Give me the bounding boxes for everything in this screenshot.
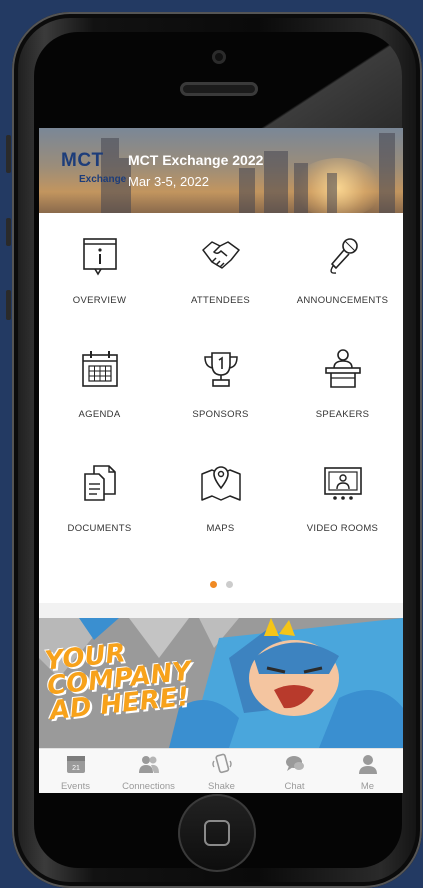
- menu-item-documents[interactable]: DOCUMENTS: [39, 462, 160, 534]
- menu-item-speakers[interactable]: SPEAKERS: [282, 348, 403, 420]
- tab-chat[interactable]: Chat: [258, 749, 331, 792]
- home-button[interactable]: [178, 794, 256, 872]
- volume-up-button: [6, 218, 11, 246]
- ad-headline: YOUR COMPANY AD HERE!: [43, 635, 194, 726]
- trophy-icon: [203, 352, 238, 387]
- calendar-icon: 21: [66, 756, 85, 773]
- event-banner[interactable]: MCT Exchange MCT Exchange 2022 Mar 3-5, …: [39, 128, 403, 213]
- menu-item-overview[interactable]: OVERVIEW: [39, 234, 160, 306]
- tab-shake[interactable]: Shake: [185, 749, 258, 792]
- calendar-day-badge: 21: [72, 765, 80, 772]
- pager-dot[interactable]: [226, 581, 234, 588]
- logo-main-text: MCT: [61, 150, 104, 171]
- video-room-icon: [323, 467, 362, 500]
- app-screen: MCT Exchange MCT Exchange 2022 Mar 3-5, …: [39, 128, 403, 793]
- menu-label: SPONSORS: [192, 409, 249, 420]
- menu-label: OVERVIEW: [72, 295, 127, 306]
- menu-item-video-rooms[interactable]: VIDEO ROOMS: [282, 462, 403, 534]
- skyline-building: [327, 173, 337, 213]
- section-divider: [39, 603, 403, 618]
- tab-label: Connections: [122, 781, 175, 792]
- menu-label: MAPS: [206, 523, 235, 534]
- front-camera: [212, 50, 226, 64]
- menu-label: ANNOUNCEMENTS: [296, 295, 389, 306]
- menu-item-sponsors[interactable]: SPONSORS: [160, 348, 281, 420]
- info-icon: [82, 238, 117, 276]
- person-icon: [358, 755, 377, 774]
- map-icon: [200, 466, 241, 501]
- documents-icon: [83, 465, 116, 501]
- skyline-building: [264, 151, 288, 213]
- menu-label: VIDEO ROOMS: [306, 523, 379, 534]
- skyline-building: [239, 168, 255, 213]
- menu-label: ATTENDEES: [190, 295, 250, 306]
- menu-label: DOCUMENTS: [67, 523, 132, 534]
- menu-label: AGENDA: [78, 409, 121, 420]
- people-icon: [138, 756, 159, 773]
- microphone-icon: [329, 238, 358, 274]
- earpiece-speaker: [180, 82, 258, 96]
- menu-label: SPEAKERS: [315, 409, 370, 420]
- podium-icon: [324, 349, 361, 388]
- event-logo: MCT Exchange: [61, 150, 126, 185]
- logo-sub-text: Exchange: [79, 174, 127, 185]
- menu-item-agenda[interactable]: AGENDA: [39, 348, 160, 420]
- pager-dot-active[interactable]: [210, 581, 217, 588]
- home-square-icon: [204, 820, 230, 846]
- silent-switch: [6, 135, 11, 173]
- menu-item-announcements[interactable]: ANNOUNCEMENTS: [282, 234, 403, 306]
- handshake-icon: [201, 241, 240, 269]
- tab-label: Me: [360, 781, 375, 792]
- tab-label: Chat: [284, 781, 305, 792]
- skyline-building: [294, 163, 308, 213]
- skyline-building: [379, 133, 395, 213]
- tab-label: Events: [60, 781, 91, 792]
- tab-events[interactable]: 21 Events: [39, 749, 112, 792]
- chat-bubbles-icon: [285, 756, 304, 771]
- tab-connections[interactable]: Connections: [112, 749, 185, 792]
- pager-dots: [210, 575, 238, 593]
- volume-down-button: [6, 290, 11, 320]
- ad-banner[interactable]: YOUR COMPANY AD HERE!: [39, 618, 403, 748]
- calendar-icon: [81, 351, 118, 387]
- menu-item-maps[interactable]: MAPS: [160, 462, 281, 534]
- tab-label: Shake: [208, 781, 235, 792]
- tab-me[interactable]: Me: [331, 749, 403, 792]
- event-dates: Mar 3-5, 2022: [128, 174, 209, 189]
- menu-item-attendees[interactable]: ATTENDEES: [160, 234, 281, 306]
- event-title: MCT Exchange 2022: [128, 152, 264, 168]
- shake-phone-icon: [211, 753, 232, 774]
- bottom-tab-bar: 21 Events Connections Shake Chat Me: [39, 748, 403, 793]
